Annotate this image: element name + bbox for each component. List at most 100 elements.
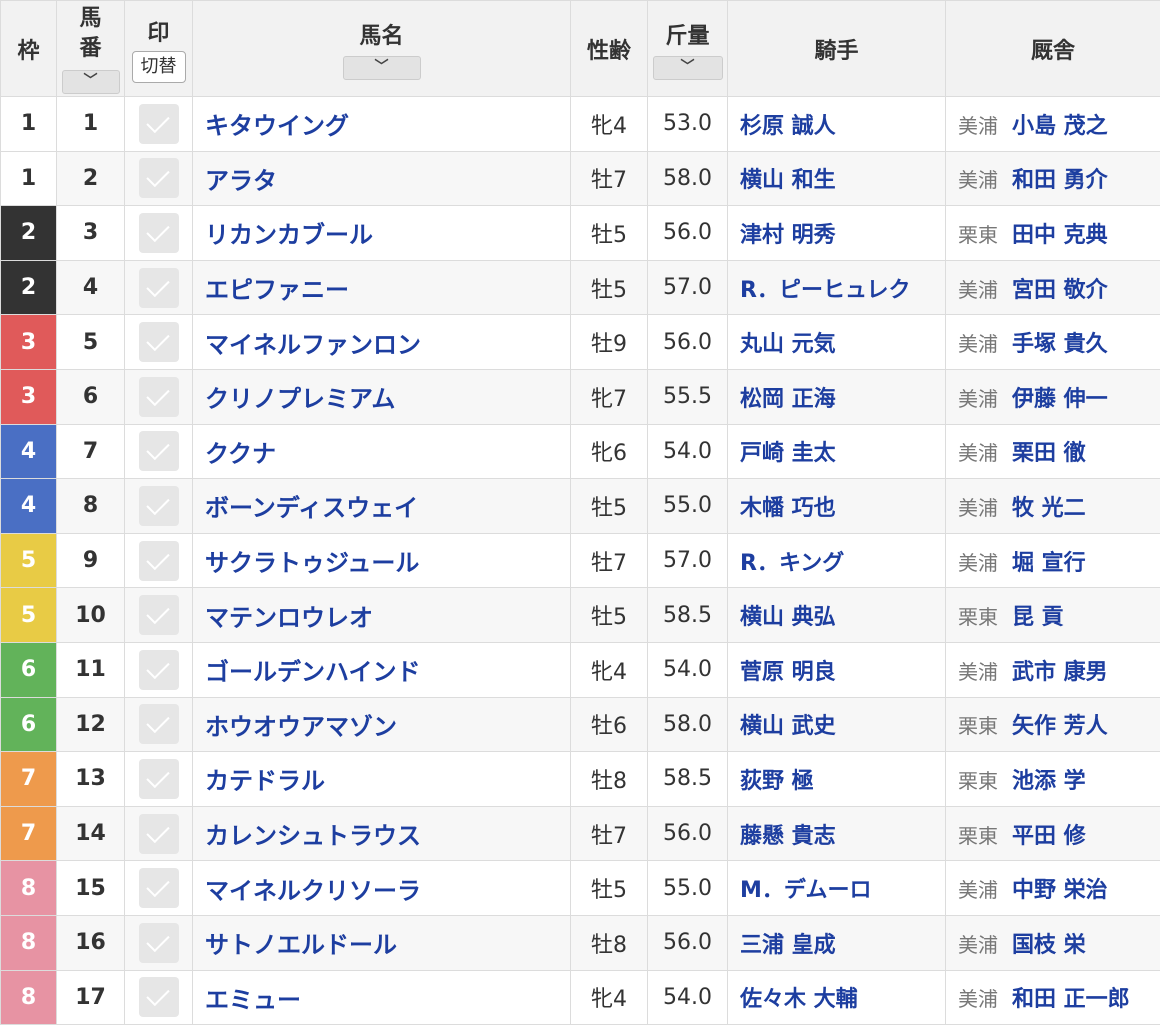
- weight-sort-button[interactable]: ﹀: [652, 55, 723, 80]
- jockey-link[interactable]: R．キング: [727, 532, 946, 589]
- check-icon[interactable]: [138, 595, 179, 636]
- umaban-sort-button[interactable]: ﹀: [61, 69, 120, 94]
- horse-name-link[interactable]: ククナ: [192, 423, 571, 480]
- carried-weight: 57.0: [647, 259, 728, 316]
- check-icon[interactable]: [138, 212, 179, 253]
- check-icon[interactable]: [138, 267, 179, 308]
- trainer-link[interactable]: 栗田 徹: [1012, 441, 1086, 466]
- trainer-link[interactable]: 田中 克典: [1012, 223, 1108, 248]
- waku-number: 3: [20, 384, 37, 410]
- sex-age: 牝6: [570, 423, 648, 480]
- horse-name-link[interactable]: マイネルファンロン: [192, 314, 571, 370]
- check-icon[interactable]: [138, 922, 179, 963]
- trainer-link[interactable]: 伊藤 伸一: [1012, 387, 1108, 412]
- jockey-link[interactable]: 横山 典弘: [727, 587, 946, 643]
- jockey-link[interactable]: 木幡 巧也: [727, 478, 946, 534]
- jockey-link[interactable]: 菅原 明良: [727, 641, 946, 698]
- check-icon[interactable]: [138, 813, 179, 854]
- header-weight[interactable]: 斤量 ﹀: [647, 0, 728, 97]
- header-umaban[interactable]: 馬 番 ﹀: [56, 0, 125, 97]
- trainer-link[interactable]: 宮田 敬介: [1012, 278, 1108, 303]
- mark-cell: [124, 478, 193, 534]
- check-icon[interactable]: [138, 376, 179, 417]
- stable-cell: 美浦牧 光二: [945, 478, 1160, 534]
- jockey-link[interactable]: 荻野 極: [727, 751, 946, 807]
- horse-name-link[interactable]: ホウオウアマゾン: [192, 696, 571, 753]
- horse-name-link[interactable]: サクラトゥジュール: [192, 532, 571, 589]
- horse-number: 7: [56, 423, 125, 480]
- jockey-link[interactable]: 横山 和生: [727, 150, 946, 207]
- horse-name-link[interactable]: サトノエルドール: [192, 914, 571, 971]
- horse-number: 5: [56, 314, 125, 370]
- sex-age: 牡5: [570, 860, 648, 916]
- jockey-link[interactable]: 三浦 皇成: [727, 914, 946, 971]
- horse-name-link[interactable]: カテドラル: [192, 751, 571, 807]
- horse-name-link[interactable]: マイネルクリソーラ: [192, 860, 571, 916]
- stable-region: 美浦: [958, 495, 998, 520]
- stable-region: 栗東: [958, 823, 998, 848]
- check-icon[interactable]: [138, 540, 179, 581]
- horse-name-link[interactable]: カレンシュトラウス: [192, 805, 571, 862]
- horse-name-link[interactable]: キタウイング: [192, 96, 571, 152]
- trainer-link[interactable]: 和田 勇介: [1012, 168, 1108, 193]
- stable-cell: 美浦 宮田 敬介: [945, 259, 1160, 316]
- check-icon[interactable]: [138, 485, 179, 526]
- table-body: 1 1 キタウイング 牝4 53.0 杉原 誠人 美浦 小島 茂之 1 2 アラタ 牡7 58.0 横山 …: [0, 96, 1160, 1026]
- trainer-link[interactable]: 矢作 芳人: [1012, 714, 1108, 739]
- jockey-link[interactable]: 松岡 正海: [727, 368, 946, 425]
- check-icon[interactable]: [138, 868, 179, 909]
- trainer-link[interactable]: 昆 貢: [1012, 605, 1064, 630]
- horse-name-link[interactable]: アラタ: [192, 150, 571, 207]
- header-weight-label: 斤量: [665, 23, 710, 49]
- stable-cell: 美浦 和田 勇介: [945, 150, 1160, 207]
- jockey-link[interactable]: M．デムーロ: [727, 860, 946, 916]
- stable-cell: 栗東 平田 修: [945, 805, 1160, 862]
- trainer-link[interactable]: 国枝 栄: [1012, 933, 1086, 958]
- trainer-link[interactable]: 平田 修: [1012, 824, 1086, 849]
- jockey-link[interactable]: 横山 武史: [727, 696, 946, 753]
- carried-weight: 54.0: [647, 423, 728, 480]
- horse-name-link[interactable]: ボーンディスウェイ: [192, 478, 571, 534]
- check-icon[interactable]: [138, 322, 179, 363]
- check-icon[interactable]: [138, 758, 179, 799]
- header-stable: 厩舎: [945, 0, 1160, 97]
- check-icon[interactable]: [138, 977, 179, 1018]
- trainer-link[interactable]: 和田 正一郎: [1012, 987, 1130, 1012]
- check-icon[interactable]: [138, 158, 179, 199]
- mark-switch-button[interactable]: 切替: [131, 50, 186, 83]
- trainer-link[interactable]: 堀 宣行: [1012, 551, 1086, 576]
- jockey-link[interactable]: 杉原 誠人: [727, 96, 946, 152]
- jockey-link[interactable]: 佐々木 大輔: [727, 969, 946, 1026]
- check-icon[interactable]: [138, 103, 179, 144]
- jockey-link[interactable]: 戸崎 圭太: [727, 423, 946, 480]
- check-icon[interactable]: [138, 704, 179, 745]
- jockey-link[interactable]: 藤懸 貴志: [727, 805, 946, 862]
- trainer-link[interactable]: 手塚 貴久: [1012, 332, 1108, 357]
- table-row: 2 3 リカンカブール 牡5 56.0 津村 明秀 栗東 田中 克典: [0, 205, 1160, 261]
- header-name[interactable]: 馬名 ﹀: [192, 0, 571, 97]
- horse-name-link[interactable]: エピファニー: [192, 259, 571, 316]
- horse-name-link[interactable]: クリノプレミアム: [192, 368, 571, 425]
- name-sort-button[interactable]: ﹀: [342, 55, 421, 80]
- horse-number: 8: [56, 478, 125, 534]
- trainer-link[interactable]: 武市 康男: [1012, 660, 1108, 685]
- horse-name-link[interactable]: ゴールデンハインド: [192, 641, 571, 698]
- horse-name-link[interactable]: エミュー: [192, 969, 571, 1026]
- trainer-link[interactable]: 小島 茂之: [1012, 114, 1108, 139]
- jockey-link[interactable]: 丸山 元気: [727, 314, 946, 370]
- mark-cell: [124, 641, 193, 698]
- waku-cell: 4: [0, 423, 57, 480]
- waku-cell: 8: [0, 860, 57, 916]
- trainer-link[interactable]: 池添 学: [1012, 769, 1086, 794]
- carried-weight: 54.0: [647, 969, 728, 1026]
- jockey-link[interactable]: 津村 明秀: [727, 205, 946, 261]
- horse-name-link[interactable]: リカンカブール: [192, 205, 571, 261]
- waku-number: 7: [20, 766, 37, 792]
- trainer-link[interactable]: 牧 光二: [1012, 496, 1086, 521]
- check-icon[interactable]: [138, 431, 179, 472]
- jockey-link[interactable]: R．ピーヒュレク: [727, 259, 946, 316]
- trainer-link[interactable]: 中野 栄治: [1012, 878, 1108, 903]
- horse-name-link[interactable]: マテンロウレオ: [192, 587, 571, 643]
- check-icon[interactable]: [138, 649, 179, 690]
- horse-number: 3: [56, 205, 125, 261]
